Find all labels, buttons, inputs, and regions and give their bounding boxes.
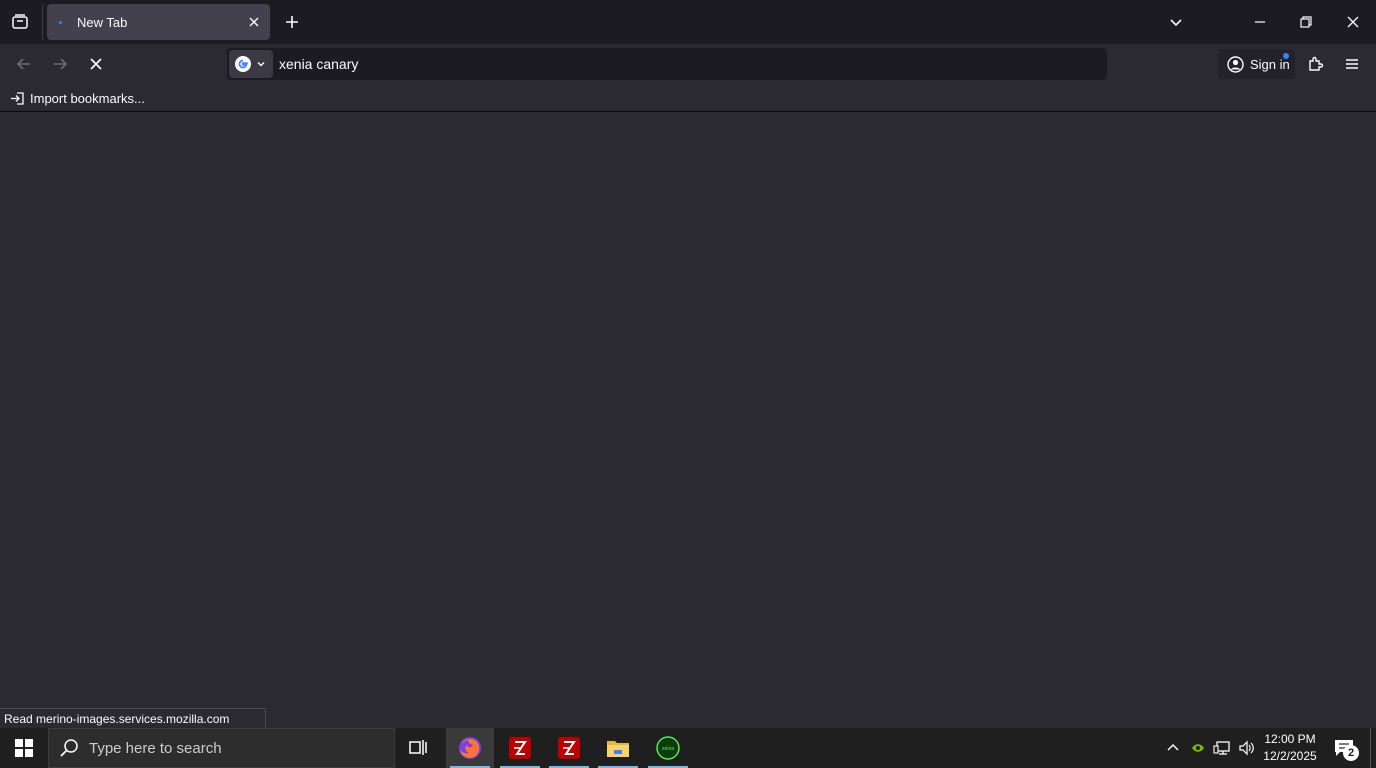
network-tray-button[interactable] bbox=[1210, 728, 1234, 768]
start-button[interactable] bbox=[0, 728, 48, 768]
puzzle-icon bbox=[1309, 56, 1324, 71]
taskbar-filezilla-1[interactable] bbox=[496, 728, 544, 768]
minimize-icon bbox=[1255, 21, 1265, 23]
back-button[interactable] bbox=[10, 50, 38, 78]
bookmarks-toolbar: Import bookmarks... bbox=[0, 84, 1376, 112]
folder-icon bbox=[607, 741, 629, 757]
page-content bbox=[0, 113, 1376, 728]
taskbar-xenia[interactable]: xenia bbox=[644, 728, 692, 768]
forward-button[interactable] bbox=[46, 50, 74, 78]
tab-bar: New Tab bbox=[0, 0, 1376, 44]
taskbar-search-placeholder: Type here to search bbox=[89, 739, 222, 757]
search-icon bbox=[60, 739, 78, 757]
close-icon bbox=[249, 17, 259, 27]
firefox-icon bbox=[459, 737, 481, 759]
chevron-down-icon bbox=[257, 62, 265, 67]
import-bookmarks-label: Import bookmarks... bbox=[30, 90, 145, 106]
new-tab-button[interactable] bbox=[280, 10, 304, 34]
notification-count-badge: 2 bbox=[1343, 745, 1359, 761]
arrow-left-icon bbox=[16, 58, 30, 70]
close-icon bbox=[1347, 16, 1359, 28]
tab-new-tab[interactable]: New Tab bbox=[47, 4, 270, 40]
restore-button[interactable] bbox=[1292, 8, 1320, 36]
app-menu-button[interactable] bbox=[1338, 50, 1366, 78]
plus-icon bbox=[286, 16, 298, 28]
show-hidden-icons-button[interactable] bbox=[1162, 728, 1184, 768]
nvidia-tray-button[interactable] bbox=[1187, 728, 1209, 768]
url-bar[interactable] bbox=[227, 48, 1107, 80]
import-bookmarks-button[interactable]: Import bookmarks... bbox=[10, 89, 145, 107]
arrow-right-icon bbox=[54, 58, 68, 70]
clock-time: 12:00 PM bbox=[1264, 732, 1316, 746]
filezilla-icon bbox=[558, 737, 580, 759]
navigation-toolbar: Sign in bbox=[0, 44, 1376, 84]
tab-title: New Tab bbox=[77, 15, 128, 30]
tab-separator bbox=[42, 4, 43, 40]
firefox-view-icon bbox=[12, 14, 28, 29]
network-icon bbox=[1213, 741, 1230, 755]
sign-in-label: Sign in bbox=[1250, 56, 1290, 72]
clock-date: 12/2/2025 bbox=[1263, 749, 1317, 763]
chevron-down-icon bbox=[1170, 19, 1182, 27]
task-view-icon bbox=[409, 740, 427, 755]
volume-tray-button[interactable] bbox=[1235, 728, 1259, 768]
nvidia-icon bbox=[1192, 744, 1204, 752]
url-input[interactable] bbox=[279, 48, 1099, 80]
google-icon bbox=[235, 56, 251, 72]
close-window-button[interactable] bbox=[1339, 8, 1367, 36]
windows-logo-icon bbox=[15, 739, 33, 757]
status-panel: Read merino-images.services.mozilla.com bbox=[0, 708, 266, 728]
restore-icon bbox=[1300, 16, 1312, 28]
account-icon bbox=[1227, 55, 1244, 73]
sign-in-button[interactable]: Sign in bbox=[1218, 49, 1295, 79]
windows-taskbar: Type here to search xenia 12:00 PM 12/2/… bbox=[0, 728, 1376, 768]
loading-indicator-icon bbox=[59, 21, 62, 24]
search-engine-button[interactable] bbox=[229, 50, 273, 78]
taskbar-file-explorer[interactable] bbox=[594, 728, 642, 768]
svg-text:xenia: xenia bbox=[662, 746, 674, 752]
taskbar-firefox[interactable] bbox=[446, 728, 494, 768]
speaker-icon bbox=[1239, 740, 1254, 756]
minimize-button[interactable] bbox=[1246, 8, 1274, 36]
taskbar-filezilla-2[interactable] bbox=[545, 728, 593, 768]
tab-close-button[interactable] bbox=[244, 12, 264, 32]
filezilla-icon bbox=[509, 737, 531, 759]
notification-dot-icon bbox=[1283, 53, 1289, 59]
taskbar-clock[interactable]: 12:00 PM 12/2/2025 bbox=[1258, 731, 1322, 765]
stop-icon bbox=[90, 58, 102, 70]
show-desktop-button[interactable] bbox=[1370, 728, 1376, 768]
extensions-button[interactable] bbox=[1302, 50, 1330, 78]
xenia-icon: xenia bbox=[656, 736, 680, 760]
stop-button[interactable] bbox=[82, 50, 110, 78]
task-view-button[interactable] bbox=[395, 728, 443, 768]
import-icon bbox=[11, 91, 24, 105]
taskbar-search-box[interactable]: Type here to search bbox=[48, 728, 395, 768]
list-all-tabs-button[interactable] bbox=[1162, 8, 1190, 36]
hamburger-icon bbox=[1346, 59, 1358, 69]
firefox-view-button[interactable] bbox=[6, 8, 34, 36]
chevron-up-icon bbox=[1167, 744, 1179, 751]
